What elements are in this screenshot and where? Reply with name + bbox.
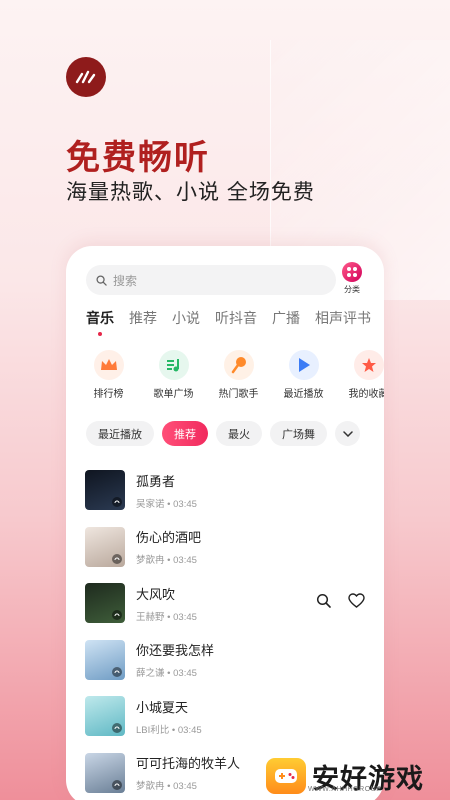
song-meta: 吴家诺 • 03:45 [136,498,197,510]
chip-square-dance[interactable]: 广场舞 [270,421,327,446]
shortcut-row: 排行榜 歌单广场 热门歌手 最近播放 我的收藏 [80,350,384,400]
crown-icon [93,350,124,380]
headphone-icon [112,723,122,734]
album-cover [85,470,125,511]
category-label: 分类 [344,285,360,294]
tab-crosstalk[interactable]: 相声评书 [315,308,371,328]
headphone-icon [112,610,122,621]
shortcut-label: 最近播放 [283,389,324,400]
shortcut-label: 排行榜 [93,389,124,400]
headphone-icon [112,497,122,508]
tab-music[interactable]: 音乐 [86,308,114,328]
song-artist: 吴家诺 [136,498,165,510]
song-artist: 王赫野 [136,611,165,623]
song-meta: 薛之谦 • 03:45 [136,668,197,680]
search-input[interactable]: 搜索 [86,265,336,295]
song-duration: 03:45 [173,555,197,567]
playlist-icon [158,350,189,380]
chevron-down-icon[interactable] [335,421,360,446]
tab-douyin[interactable]: 听抖音 [215,308,257,328]
shortcut-label: 热门歌手 [218,389,259,400]
content-tabs: 音乐 推荐 小说 听抖音 广播 相声评书 [86,308,371,328]
song-duration: 03:45 [173,781,197,793]
tab-novel[interactable]: 小说 [172,308,200,328]
song-meta: 王赫野 • 03:45 [136,611,197,623]
song-row[interactable]: 大风吹 王赫野 • 03:45 [85,575,367,632]
song-title: 孤勇者 [136,473,176,489]
hero-subtitle: 海量热歌、小说 全场免费 [66,181,315,204]
song-duration: 03:45 [173,668,197,680]
song-list: 孤勇者 吴家诺 • 03:45 伤心的酒吧 梦歆冉 • 03:45 大风吹 王赫… [85,462,367,800]
song-duration: 03:45 [173,498,197,510]
song-row[interactable]: 伤心的酒吧 梦歆冉 • 03:45 [85,519,367,576]
logo-icon [75,70,96,84]
hero-title: 免费畅听 [66,139,210,177]
song-title: 你还要我怎样 [136,643,215,659]
star-icon [353,350,384,380]
tab-radio[interactable]: 广播 [272,308,300,328]
song-meta: LBI利比 • 03:45 [136,724,202,736]
shortcut-charts[interactable]: 排行榜 [80,350,137,400]
song-meta: 梦歆冉 • 03:45 [136,781,197,793]
song-actions [316,593,365,609]
watermark-url: WWW.AHHHGROUP [308,786,382,793]
search-icon [96,274,107,286]
chip-recent[interactable]: 最近播放 [86,421,154,446]
song-row[interactable]: 小城夏天 LBI利比 • 03:45 [85,688,367,745]
tab-recommend[interactable]: 推荐 [129,308,157,328]
search-icon[interactable] [316,593,332,609]
song-meta: 梦歆冉 • 03:45 [136,555,197,567]
song-artist: 梦歆冉 [136,781,165,793]
song-artist: LBI利比 [136,724,170,736]
app-logo [66,57,106,97]
chip-hottest[interactable]: 最火 [216,421,262,446]
filter-chips: 最近播放 推荐 最火 广场舞 [86,421,360,446]
headphone-icon [112,666,122,677]
category-icon [342,262,362,282]
search-placeholder: 搜索 [113,273,138,288]
album-cover [85,639,125,680]
song-duration: 03:45 [177,724,202,736]
chip-recommend[interactable]: 推荐 [162,421,208,446]
album-cover [85,526,125,567]
song-row[interactable]: 你还要我怎样 薛之谦 • 03:45 [85,632,367,689]
phone-mockup: 搜索 分类 音乐 推荐 小说 听抖音 广播 相声评书 排行榜 歌单广场 热门歌手… [66,246,384,800]
microphone-icon [223,350,254,380]
song-row[interactable]: 孤勇者 吴家诺 • 03:45 [85,462,367,519]
shortcut-favorites[interactable]: 我的收藏 [340,350,384,400]
shortcut-singers[interactable]: 热门歌手 [210,350,267,400]
search-row: 搜索 分类 [86,262,370,296]
song-title: 小城夏天 [136,699,189,715]
headphone-icon [112,779,122,790]
shortcut-recent[interactable]: 最近播放 [275,350,332,400]
headphone-icon [112,553,122,564]
heart-icon[interactable] [348,593,365,608]
category-button[interactable]: 分类 [336,262,368,295]
album-cover [85,696,125,737]
gamepad-icon [266,758,306,794]
song-title: 大风吹 [136,586,176,602]
album-cover [85,583,125,624]
album-cover [85,752,125,793]
song-artist: 薛之谦 [136,668,165,680]
shortcut-label: 我的收藏 [348,389,385,400]
play-icon [288,350,319,380]
shortcut-playlists[interactable]: 歌单广场 [145,350,202,400]
song-title: 伤心的酒吧 [136,530,202,546]
song-artist: 梦歆冉 [136,555,165,567]
song-duration: 03:45 [173,611,197,623]
shortcut-label: 歌单广场 [153,389,194,400]
song-title: 可可托海的牧羊人 [136,756,241,772]
